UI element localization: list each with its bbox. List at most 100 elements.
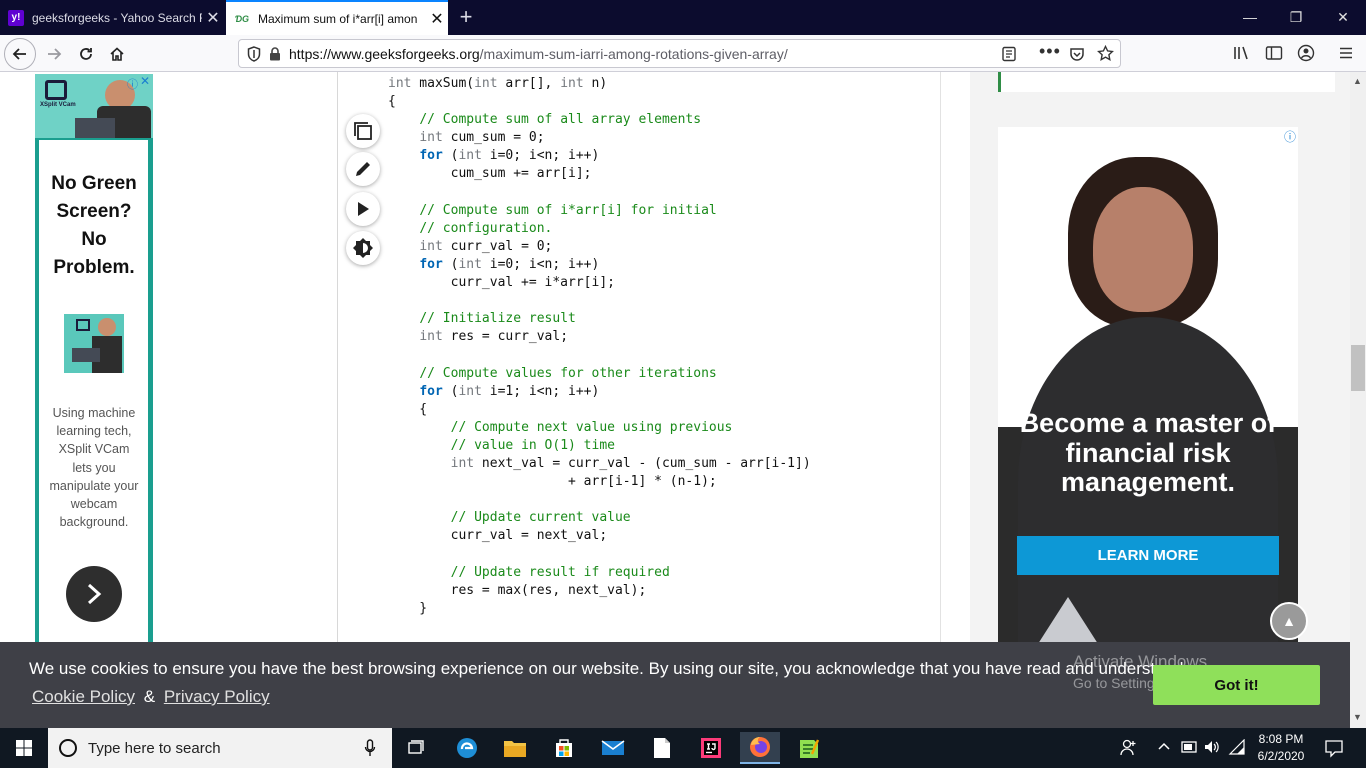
forward-button[interactable] xyxy=(38,38,70,70)
shield-icon xyxy=(247,45,261,62)
scroll-down-icon[interactable]: ▼ xyxy=(1353,712,1362,722)
code-line: int maxSum(int arr[], int n) xyxy=(388,76,608,91)
volume-icon[interactable] xyxy=(1203,739,1221,760)
tab-geeksforgeeks[interactable]: ƊG Maximum sum of i*arr[i] amon ✕ xyxy=(226,0,448,35)
lock-icon xyxy=(270,46,280,60)
vertical-scrollbar[interactable]: ▲ ▼ xyxy=(1350,72,1366,728)
restore-button[interactable]: ❐ xyxy=(1273,0,1319,35)
notepad-plus-plus-icon[interactable] xyxy=(789,732,829,764)
copy-code-button[interactable] xyxy=(346,114,380,148)
ampersand: & xyxy=(143,687,156,706)
firefox-icon[interactable] xyxy=(740,732,780,764)
page-actions-icon[interactable]: ••• xyxy=(1039,41,1061,62)
cookie-banner: We use cookies to ensure you have the be… xyxy=(0,642,1350,728)
left-ad[interactable]: XSplit VCam ⓘ ✕ No Green Screen? No Prob… xyxy=(35,74,153,644)
ad-person-face xyxy=(1093,187,1193,312)
wifi-icon[interactable] xyxy=(1228,738,1246,760)
ad-close-icon[interactable]: ✕ xyxy=(140,74,150,88)
copy-icon xyxy=(354,122,372,140)
scrollbar-thumb[interactable] xyxy=(1351,345,1365,391)
code-line: curr_val += i*arr[i]; xyxy=(388,275,615,291)
close-icon[interactable]: ✕ xyxy=(202,8,224,28)
code-line: for (int i=0; i<n; i++) xyxy=(419,256,600,272)
code-line: int next_val = curr_val - (cum_sum - arr… xyxy=(450,455,811,471)
taskbar-clock[interactable]: 8:08 PM 6/2/2020 xyxy=(1252,731,1310,765)
code-line: res = max(res, next_val); xyxy=(388,582,647,598)
tab-title: Maximum sum of i*arr[i] amon xyxy=(258,11,418,26)
notepad-icon[interactable] xyxy=(642,732,682,764)
ad-next-button[interactable] xyxy=(66,566,122,622)
notifications-icon[interactable] xyxy=(1324,738,1344,763)
got-it-button[interactable]: Got it! xyxy=(1153,665,1320,705)
chevron-right-icon xyxy=(87,583,102,605)
gfg-icon: ƊG xyxy=(234,13,250,24)
scroll-to-top-button[interactable]: ▲ xyxy=(1270,602,1308,640)
sidebar-icon[interactable] xyxy=(1265,45,1283,66)
ad-product-image xyxy=(64,314,124,373)
url-path: /maximum-sum-iarri-among-rotations-given… xyxy=(479,45,788,62)
ad-headline: No Green Screen? No Problem. xyxy=(51,173,137,278)
cookie-policy-link[interactable]: Cookie Policy xyxy=(32,687,135,706)
file-explorer-icon[interactable] xyxy=(495,732,535,764)
search-icon xyxy=(59,739,77,757)
reader-view-icon[interactable] xyxy=(1001,46,1017,65)
home-icon xyxy=(110,47,124,61)
task-view-icon[interactable] xyxy=(396,732,436,764)
taskbar-search-placeholder: Type here to search xyxy=(88,739,221,757)
taskbar-search-box[interactable]: Type here to search xyxy=(48,728,392,768)
code-line: // Compute values for other iterations xyxy=(419,365,717,381)
tray-overflow-icon[interactable] xyxy=(1157,739,1171,758)
clock-time: 8:08 PM xyxy=(1258,732,1304,746)
taskbar: Type here to search 8:08 PM 6/2/2020 xyxy=(0,728,1366,768)
minimize-button[interactable]: — xyxy=(1227,0,1273,35)
back-arrow-icon xyxy=(12,48,26,60)
new-tab-button[interactable]: + xyxy=(452,4,480,30)
ad-info-icon[interactable]: ⓘ xyxy=(127,76,138,92)
code-line: // configuration. xyxy=(419,220,553,236)
microphone-icon[interactable] xyxy=(364,739,376,757)
close-icon[interactable]: ✕ xyxy=(426,9,448,29)
scroll-up-icon[interactable]: ▲ xyxy=(1353,76,1362,86)
start-button[interactable] xyxy=(4,732,44,764)
theme-toggle-button[interactable] xyxy=(346,231,380,265)
learn-more-button[interactable]: LEARN MORE xyxy=(1017,536,1279,575)
play-icon xyxy=(358,202,369,216)
clock-date: 6/2/2020 xyxy=(1257,749,1305,763)
account-icon[interactable] xyxy=(1297,44,1315,67)
bookmark-star-icon[interactable] xyxy=(1097,44,1114,65)
brightness-icon xyxy=(353,238,373,258)
code-block: int maxSum(int arr[], int n) { // Comput… xyxy=(338,72,941,642)
code-line: for (int i=0; i<n; i++) xyxy=(419,148,600,164)
code-line: // Initialize result xyxy=(419,311,576,327)
reload-icon xyxy=(80,48,92,60)
battery-icon[interactable] xyxy=(1180,739,1198,760)
pocket-icon[interactable] xyxy=(1069,46,1085,65)
run-code-button[interactable] xyxy=(346,192,380,226)
code-line: // Compute sum of i*arr[i] for initial xyxy=(419,202,717,218)
back-button[interactable] xyxy=(4,38,36,70)
privacy-policy-link[interactable]: Privacy Policy xyxy=(164,687,270,706)
url-bar[interactable]: https://www.geeksforgeeks.org/maximum-su… xyxy=(238,39,1121,68)
tab-title: geeksforgeeks - Yahoo Search R xyxy=(32,10,202,25)
reload-button[interactable] xyxy=(70,38,102,70)
code-line: int curr_val = 0; xyxy=(419,238,553,254)
code-line: curr_val = next_val; xyxy=(388,528,608,544)
library-icon[interactable] xyxy=(1233,45,1251,66)
ad-brand: XSplit VCam xyxy=(40,102,76,108)
code-line: } xyxy=(388,600,428,616)
close-window-button[interactable]: ✕ xyxy=(1320,0,1366,35)
ad-card: No Green Screen? No Problem. Using machi… xyxy=(39,140,148,644)
ad-info-icon[interactable]: ⓘ xyxy=(1284,128,1296,145)
mail-icon[interactable] xyxy=(593,732,633,764)
people-icon[interactable] xyxy=(1120,738,1138,761)
code-line: // Compute next value using previous xyxy=(450,419,733,435)
edge-icon[interactable] xyxy=(447,732,487,764)
intellij-icon[interactable] xyxy=(691,732,731,764)
tab-yahoo-search[interactable]: y! geeksforgeeks - Yahoo Search R ✕ xyxy=(0,0,224,35)
menu-icon[interactable] xyxy=(1338,45,1354,66)
microsoft-store-icon[interactable] xyxy=(544,732,584,764)
edit-code-button[interactable] xyxy=(346,152,380,186)
ad-logo-icon xyxy=(1036,597,1100,642)
home-button[interactable] xyxy=(101,38,133,70)
right-ad[interactable]: Become a master of financial risk manage… xyxy=(998,127,1298,642)
